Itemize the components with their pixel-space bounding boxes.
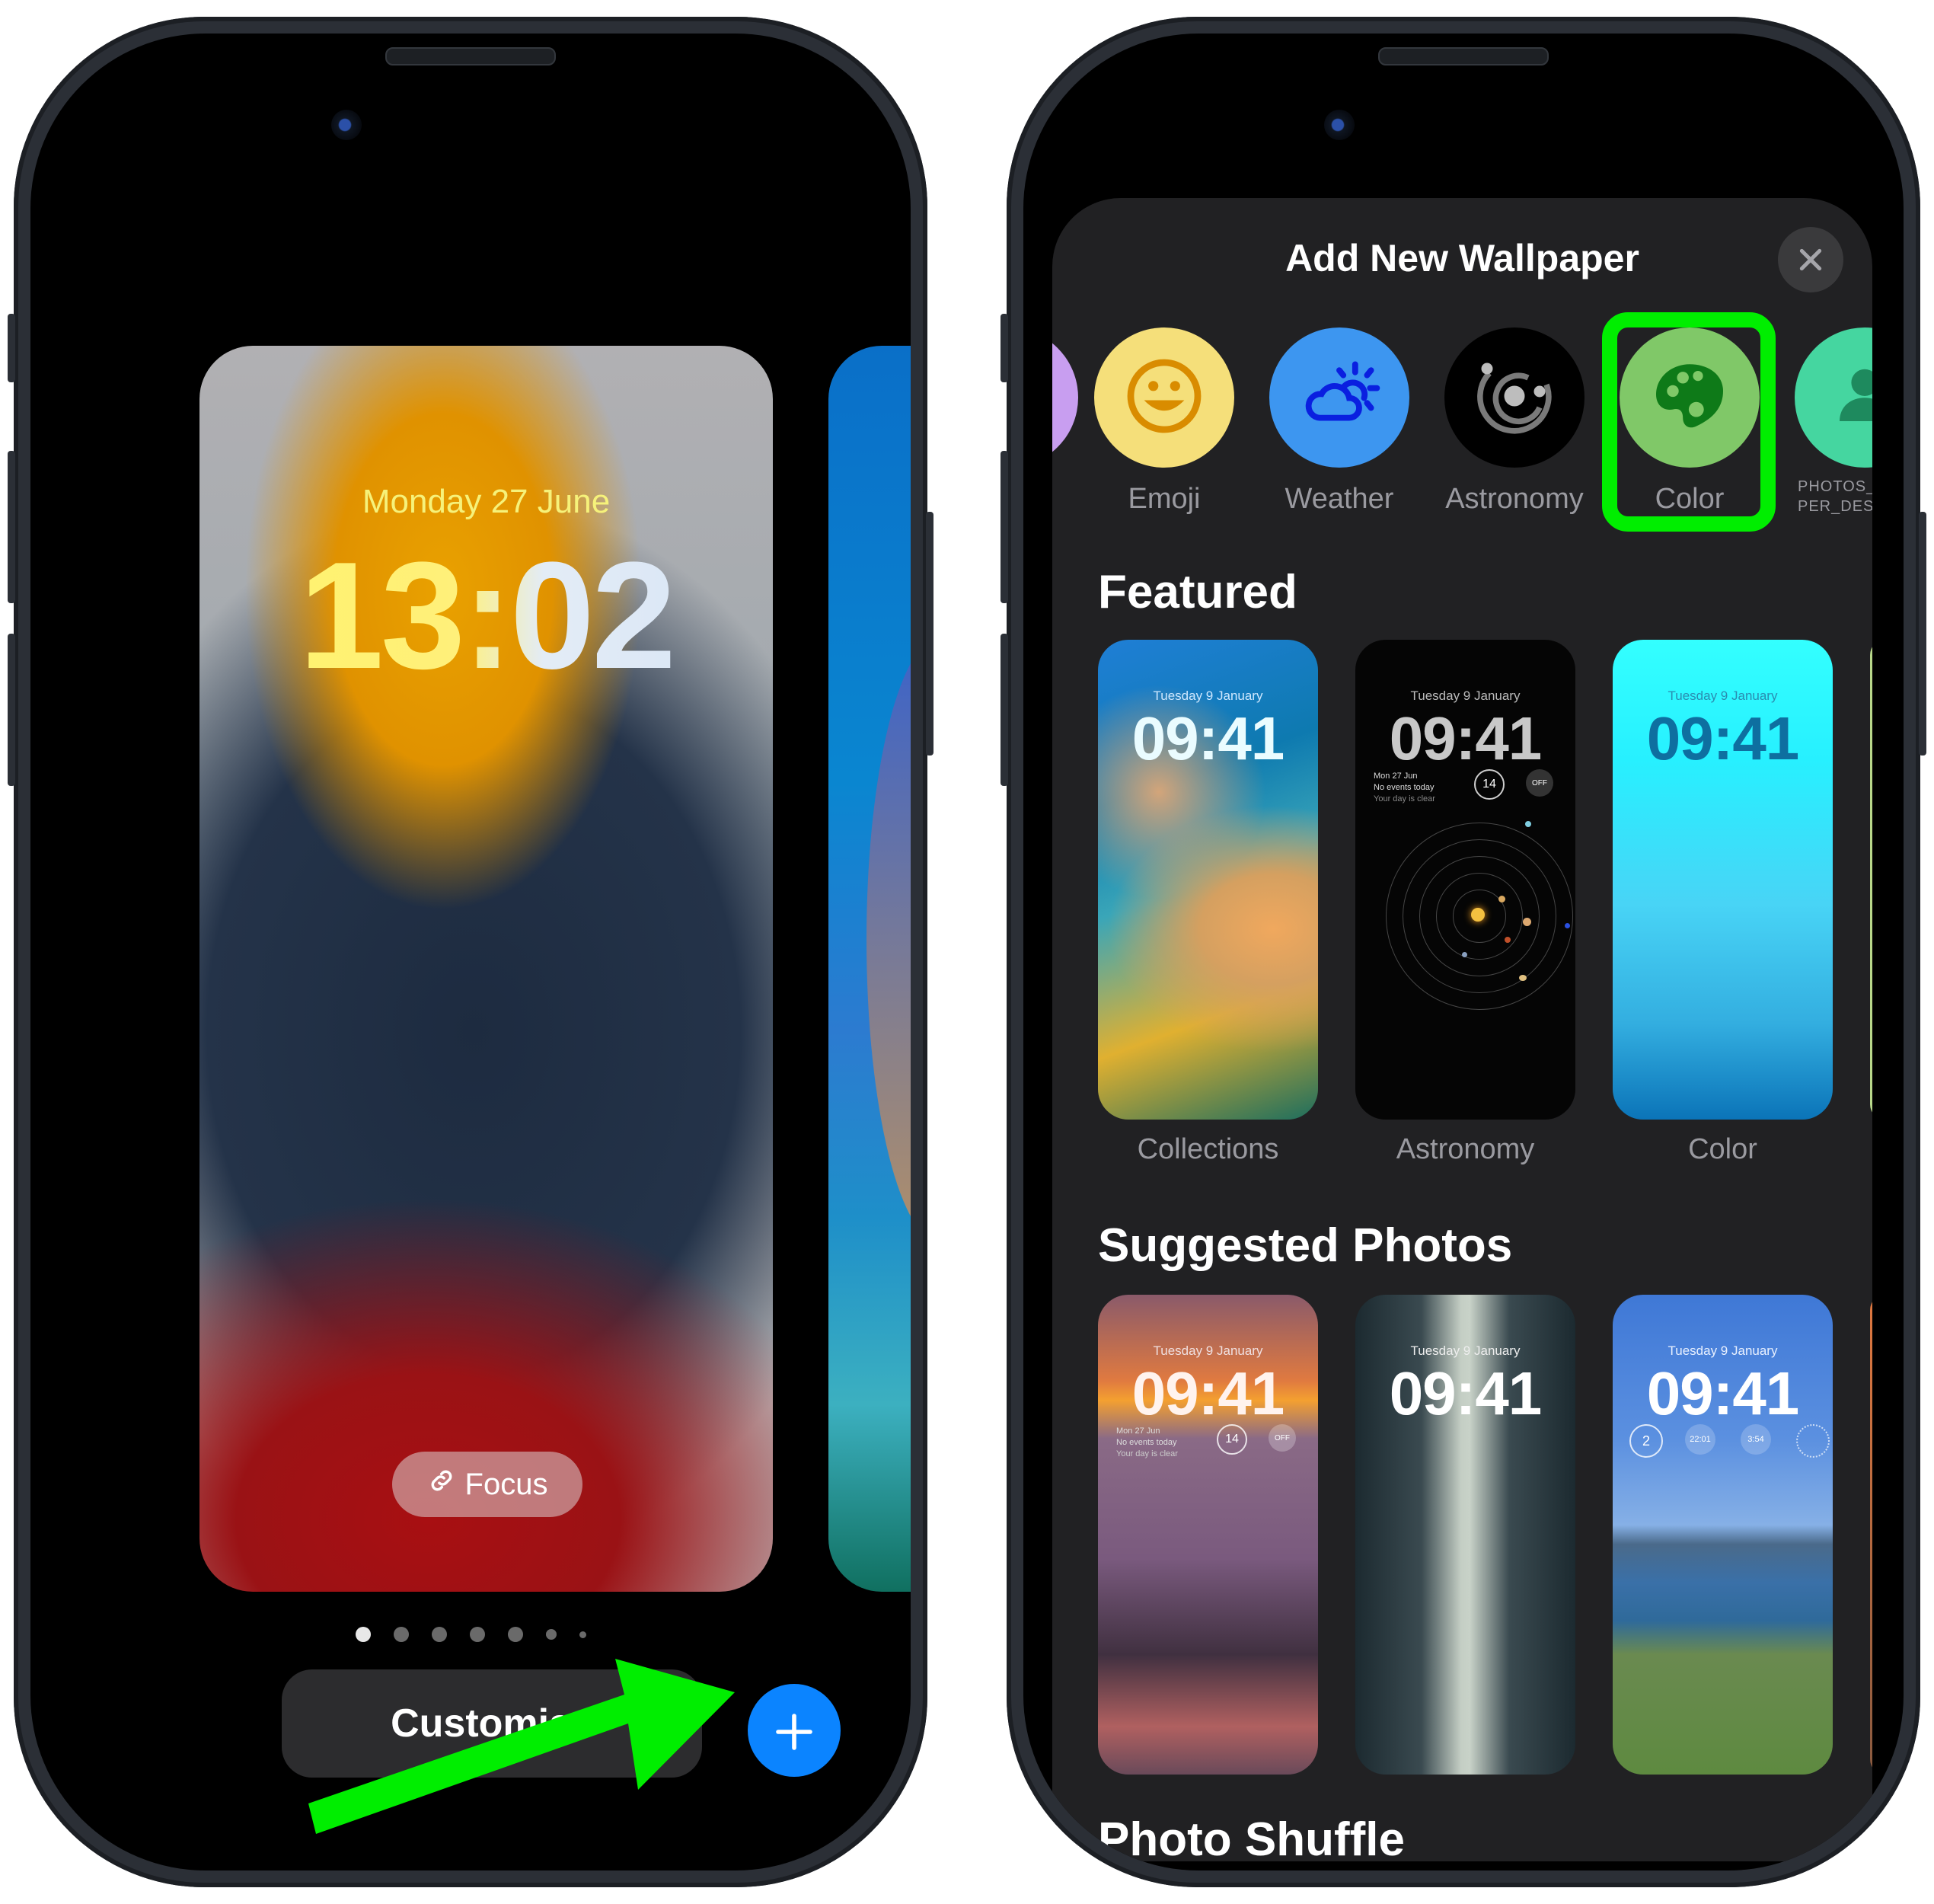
- volume-down-button: [1001, 634, 1008, 786]
- earpiece-speaker: [1378, 47, 1549, 65]
- featured-card-partial[interactable]: [1870, 640, 1872, 1120]
- featured-label: Color: [1688, 1133, 1757, 1165]
- cloud-sun-icon: [1290, 347, 1389, 449]
- suggested-photo-partial[interactable]: [1870, 1295, 1872, 1775]
- aqi-widget: 2: [1629, 1424, 1663, 1458]
- card-time: 09:41: [1646, 704, 1800, 772]
- action-button: [8, 314, 15, 382]
- front-camera: [1324, 110, 1355, 140]
- category-label-line1: PHOTOS_: [1798, 478, 1872, 495]
- alarm-widget: OFF: [1526, 769, 1553, 797]
- power-button: [926, 512, 933, 756]
- volume-down-button: [8, 634, 15, 786]
- person-icon: [1823, 354, 1872, 442]
- featured-label: Collections: [1137, 1133, 1279, 1165]
- volume-up-button: [8, 451, 15, 603]
- current-wallpaper-card[interactable]: Monday 27 June 13:02 Focus: [199, 346, 773, 1592]
- category-previous-partial[interactable]: [1052, 327, 1078, 468]
- sheet-title: Add New Wallpaper: [1285, 237, 1639, 280]
- activity-widget: [1796, 1424, 1830, 1458]
- featured-card-collections[interactable]: Tuesday 9 January 09:41: [1098, 640, 1318, 1120]
- close-button[interactable]: [1778, 227, 1843, 292]
- alarm-widget: OFF: [1269, 1424, 1296, 1452]
- close-icon: [1795, 235, 1826, 285]
- page-dot-active: [355, 1627, 371, 1642]
- photo-shuffle-heading: Photo Shuffle: [1098, 1813, 1405, 1861]
- smiley-face-icon: [1122, 354, 1206, 442]
- card-date: Tuesday 9 January: [1668, 688, 1778, 703]
- orbit-icon: [1457, 339, 1572, 457]
- featured-row[interactable]: Tuesday 9 January 09:41 Collections Tues…: [1098, 640, 1872, 1249]
- category-label: Emoji: [1128, 483, 1201, 515]
- earpiece-speaker: [385, 47, 556, 65]
- temperature-widget: 14: [1474, 769, 1505, 800]
- focus-label: Focus: [464, 1467, 548, 1501]
- card-time: 09:41: [1131, 704, 1285, 772]
- category-emoji[interactable]: Emoji: [1094, 327, 1234, 516]
- card-time: 09:41: [1131, 1359, 1285, 1427]
- suggested-photo-sunset[interactable]: Tuesday 9 January 09:41 Mon 27 Jun No ev…: [1098, 1295, 1318, 1775]
- link-icon: [427, 1466, 456, 1503]
- lock-screen-date: Monday 27 June: [362, 483, 611, 520]
- color-highlight-annotation: [1602, 312, 1776, 532]
- card-date: Tuesday 9 January: [1153, 1343, 1263, 1358]
- left-screen: Monday 27 June 13:02 Focus Customise: [30, 34, 911, 1870]
- volume-up-button: [1001, 451, 1008, 603]
- action-button: [1001, 314, 1008, 382]
- page-indicator[interactable]: [30, 1627, 911, 1642]
- left-iphone-frame: Monday 27 June 13:02 Focus Customise: [8, 17, 933, 1887]
- featured-label: Astronomy: [1396, 1133, 1535, 1165]
- card-date: Tuesday 9 January: [1153, 688, 1263, 703]
- suggested-photo-forest[interactable]: Tuesday 9 January 09:41: [1355, 1295, 1575, 1775]
- right-screen: Add New Wallpaper Emoji Weather Astronom…: [1023, 34, 1904, 1870]
- card-time: 09:41: [1389, 704, 1543, 772]
- card-time: 09:41: [1646, 1359, 1800, 1427]
- category-label: Weather: [1285, 483, 1394, 515]
- suggested-photos-heading: Suggested Photos: [1098, 1219, 1513, 1272]
- page-dot: [579, 1631, 586, 1638]
- category-weather[interactable]: Weather: [1269, 327, 1409, 516]
- page-dot: [431, 1627, 447, 1642]
- lock-screen-time: 13:02: [199, 529, 773, 704]
- page-dot: [393, 1627, 409, 1642]
- add-wallpaper-sheet: Add New Wallpaper Emoji Weather Astronom…: [1052, 198, 1872, 1861]
- featured-card-astronomy[interactable]: Tuesday 9 January 09:41 Mon 27 Jun No ev…: [1355, 640, 1575, 1120]
- calendar-widget: Mon 27 Jun No events today Your day is c…: [1116, 1426, 1178, 1458]
- next-wallpaper-card[interactable]: [828, 346, 911, 1592]
- featured-heading: Featured: [1098, 566, 1297, 618]
- suggested-photos-row[interactable]: Tuesday 9 January 09:41 Mon 27 Jun No ev…: [1098, 1295, 1872, 1861]
- power-button: [1919, 512, 1926, 756]
- featured-card-color[interactable]: Tuesday 9 January 09:41: [1613, 640, 1833, 1120]
- card-date: Tuesday 9 January: [1410, 1343, 1521, 1358]
- category-label: PHOTOS_ PER_DESC: [1795, 477, 1872, 516]
- front-camera: [331, 110, 362, 140]
- category-astronomy[interactable]: Astronomy: [1444, 327, 1585, 516]
- customise-button[interactable]: Customise: [282, 1669, 702, 1778]
- clock-widget: 3:54: [1741, 1424, 1771, 1455]
- page-dot: [469, 1627, 485, 1642]
- page-dot: [545, 1629, 557, 1640]
- add-wallpaper-button[interactable]: [748, 1684, 841, 1777]
- category-label: Astronomy: [1445, 483, 1584, 515]
- card-time: 09:41: [1389, 1359, 1543, 1427]
- sun: [1471, 908, 1485, 922]
- focus-button[interactable]: Focus: [392, 1452, 582, 1517]
- page-dot: [507, 1627, 523, 1642]
- sunset-widget: 22:01: [1685, 1424, 1715, 1455]
- plus-icon: [773, 1696, 815, 1765]
- card-date: Tuesday 9 January: [1410, 688, 1521, 703]
- suggested-photo-coast[interactable]: Tuesday 9 January 09:41 2 22:01 3:54: [1613, 1295, 1833, 1775]
- category-people[interactable]: PHOTOS_ PER_DESC: [1795, 327, 1872, 516]
- category-label-line2: PER_DESC: [1798, 498, 1872, 515]
- card-date: Tuesday 9 January: [1668, 1343, 1778, 1358]
- calendar-widget: Mon 27 Jun No events today Your day is c…: [1374, 772, 1435, 803]
- temperature-widget: 14: [1217, 1424, 1247, 1455]
- right-iphone-frame: Add New Wallpaper Emoji Weather Astronom…: [1001, 17, 1926, 1887]
